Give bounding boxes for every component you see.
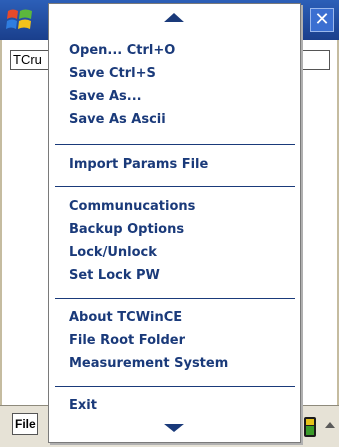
tray-up-arrow-icon[interactable] [324,418,336,434]
menu-item-exit[interactable]: Exit [69,397,97,415]
close-icon: ✕ [314,9,330,30]
close-button[interactable]: ✕ [310,8,334,32]
menu-item-set-lock-pw[interactable]: Set Lock PW [69,267,160,285]
menu-item-file-root-folder[interactable]: File Root Folder [69,332,185,350]
battery-status-icon[interactable] [299,415,321,439]
menu-item-save[interactable]: Save Ctrl+S [69,65,156,83]
menu-item-about[interactable]: About TCWinCE [69,309,182,327]
menu-item-lock-unlock[interactable]: Lock/Unlock [69,244,157,262]
menu-separator [55,186,295,187]
scroll-up-icon[interactable] [49,4,300,30]
file-popup-menu: Open... Ctrl+O Save Ctrl+S Save As... Sa… [48,3,301,443]
scroll-down-icon[interactable] [49,416,300,442]
menu-item-import-params[interactable]: Import Params File [69,156,208,174]
menu-item-save-as[interactable]: Save As... [69,88,142,106]
menu-separator [55,386,295,387]
menu-separator [55,298,295,299]
file-menu-button[interactable]: File [12,413,38,435]
menu-item-open[interactable]: Open... Ctrl+O [69,42,175,60]
menu-item-backup-options[interactable]: Backup Options [69,221,184,239]
menu-item-save-as-ascii[interactable]: Save As Ascii [69,111,166,129]
app-field-right-edge [300,50,330,70]
menu-separator [55,144,295,145]
menu-item-communications[interactable]: Communucations [69,198,195,216]
menu-item-measurement-system[interactable]: Measurement System [69,355,228,373]
windows-flag-icon[interactable] [5,7,35,33]
